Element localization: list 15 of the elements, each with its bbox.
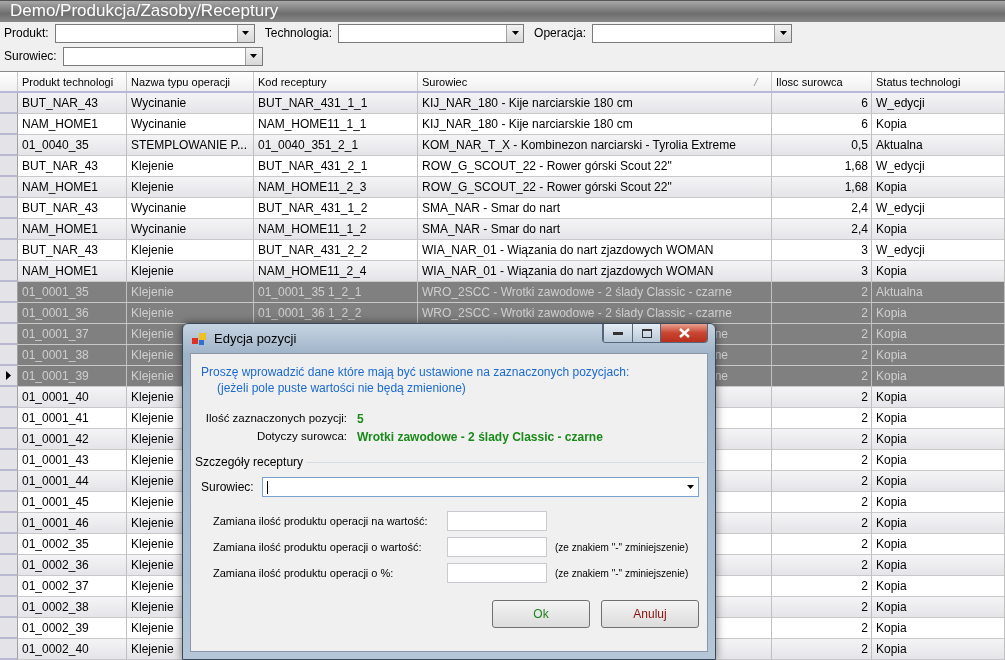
info-label: Dotyczy surowca: bbox=[255, 430, 347, 444]
info-value: Wrotki zawodowe - 2 ślady Classic - czarne bbox=[357, 430, 603, 444]
field-note: (ze znakiem "-" zminiejszenie) bbox=[555, 567, 689, 579]
filter-label: Surowiec: bbox=[4, 49, 57, 64]
window-title: Demo/Produkcja/Zasoby/Receptury bbox=[10, 1, 279, 22]
filter-label: Operacja: bbox=[534, 26, 587, 41]
info-value: 5 bbox=[357, 412, 364, 426]
filter-label: Technologia: bbox=[264, 26, 333, 41]
table-cell: 2 bbox=[772, 639, 872, 660]
field-note: (ze znakiem "-" zminiejszenie) bbox=[555, 541, 689, 553]
group-title: Szczegóły receptury bbox=[195, 455, 307, 469]
table-cell: 01_0002_40 bbox=[18, 639, 127, 660]
field-label: Surowiec: bbox=[201, 480, 254, 494]
filter-label: Produkt: bbox=[4, 26, 49, 41]
table-cell: Kopia bbox=[872, 639, 1005, 660]
